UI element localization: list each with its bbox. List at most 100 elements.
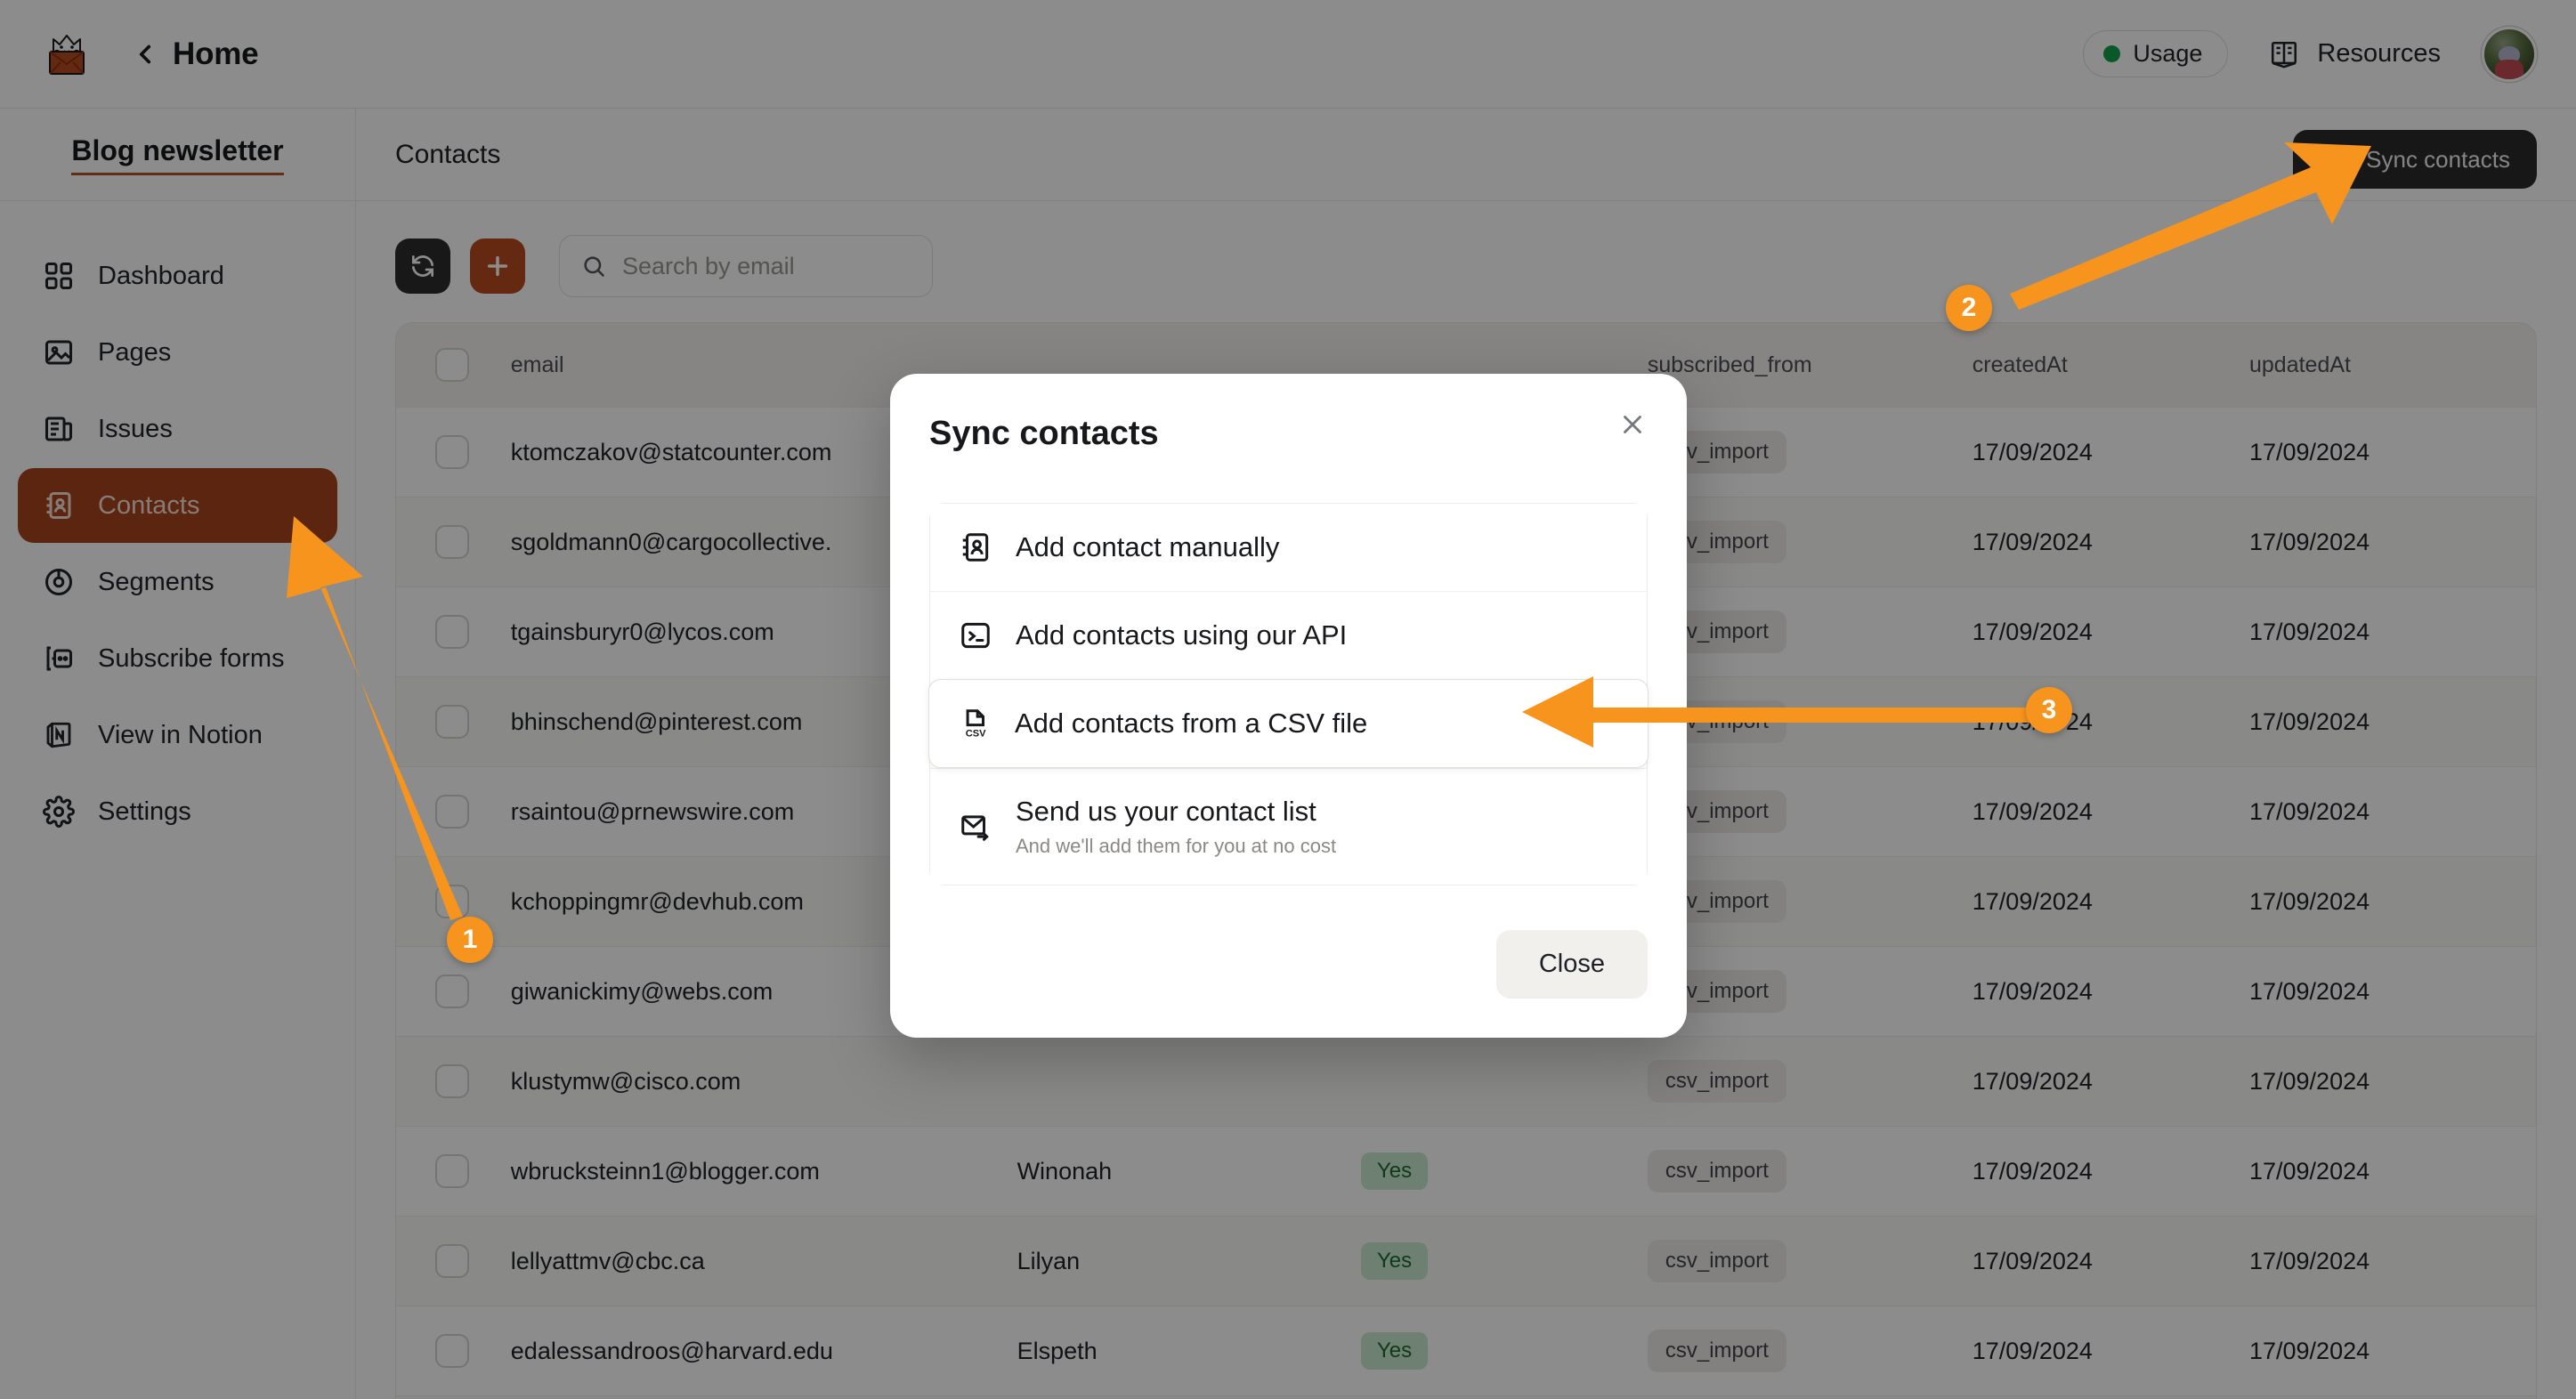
add-contact-manually-option[interactable]: Add contact manually <box>930 504 1647 591</box>
close-button[interactable]: Close <box>1495 930 1648 999</box>
source-badge: csv_import <box>1647 1240 1786 1282</box>
table-row[interactable]: wbrucksteinn1@blogger.com Winonah Yes csv_i… <box>396 1126 2536 1217</box>
row-select-cell[interactable] <box>396 767 511 857</box>
sync-contacts-button[interactable]: Sync contacts <box>2293 130 2537 189</box>
cell-created-at: 17/09/2024 <box>1972 797 2093 825</box>
option-subtext: And we'll add them for you at no cost <box>1016 835 1337 857</box>
header-created-at[interactable]: createdAt <box>1973 323 2249 408</box>
sync-contacts-modal: Sync contacts Add contact manually Add c… <box>890 374 1687 1038</box>
row-checkbox[interactable] <box>435 1334 469 1368</box>
add-contacts-from-csv-option[interactable]: CSV Add contacts from a CSV file <box>928 679 1648 768</box>
cell-subscribed: Yes <box>1360 1217 1648 1306</box>
book-icon <box>2272 41 2297 69</box>
resources-label: Resources <box>2317 39 2441 68</box>
row-checkbox[interactable] <box>435 1064 469 1098</box>
refresh-button[interactable] <box>395 239 450 294</box>
page-breadcrumb-home[interactable]: Home <box>173 36 259 72</box>
cell-subscribed-from: csv_import <box>1647 587 1973 677</box>
cell-updated-at: 17/09/2024 <box>2248 977 2370 1005</box>
cell-email: edalessandroos@harvard.edu <box>510 1337 833 1364</box>
sidebar-item-segments[interactable]: Segments <box>18 545 337 619</box>
status-badge: Yes <box>1360 1332 1429 1370</box>
row-select-cell[interactable] <box>396 587 511 677</box>
svg-text:CSV: CSV <box>966 728 986 739</box>
cell-subscribed-from: csv_import <box>1647 1217 1973 1306</box>
annotation-marker-1: 1 <box>447 917 493 963</box>
annotation-marker-2: 2 <box>1946 285 1992 331</box>
cell-subscribed-from: csv_import <box>1647 1127 1973 1217</box>
grid-icon <box>45 263 72 289</box>
source-badge: csv_import <box>1647 1150 1786 1193</box>
sidebar-item-subscribe-forms[interactable]: Subscribe forms <box>18 621 337 696</box>
cell-updated-at: 17/09/2024 <box>2248 1337 2370 1364</box>
row-checkbox[interactable] <box>435 615 469 649</box>
chevron-left-icon[interactable] <box>130 39 160 69</box>
header-select-all[interactable] <box>396 323 511 408</box>
table-row[interactable]: jconstantp6@mail.ruJaneanYescsv_import17… <box>396 1395 2536 1399</box>
resources-button[interactable]: Resources <box>2269 39 2441 69</box>
row-checkbox[interactable] <box>435 1154 469 1188</box>
cat-envelope-logo[interactable] <box>39 27 94 82</box>
cell-updated-at: 17/09/2024 <box>2248 1067 2370 1095</box>
sidebar-item-label: Subscribe forms <box>98 643 285 673</box>
workspace-title[interactable]: Blog newsletter <box>71 134 284 175</box>
cell-subscribed-from: csv_import <box>1647 767 1973 857</box>
cell-created-at: 17/09/2024 <box>1972 528 2093 555</box>
add-contacts-api-option[interactable]: Add contacts using our API <box>930 591 1647 679</box>
row-select-cell[interactable] <box>396 497 511 587</box>
table-row[interactable]: lellyattmv@cbc.ca Lilyan Yes csv_import 17/0… <box>396 1216 2536 1306</box>
table-row[interactable]: edalessandroos@harvard.edu Elspeth Yes csv_… <box>396 1306 2536 1396</box>
option-label: Add contacts using our API <box>1016 619 1348 651</box>
row-checkbox[interactable] <box>435 435 469 469</box>
select-all-checkbox[interactable] <box>435 348 469 382</box>
page-title: Contacts <box>395 139 501 169</box>
sidebar-item-label: Segments <box>98 567 215 596</box>
cell-name: Lilyan <box>1017 1247 1081 1274</box>
search-icon <box>584 256 604 277</box>
row-select-cell[interactable] <box>396 1306 511 1396</box>
avatar[interactable] <box>2482 26 2537 82</box>
row-select-cell[interactable] <box>396 1127 511 1217</box>
row-checkbox[interactable] <box>435 974 469 1008</box>
sidebar-item-contacts[interactable]: Contacts <box>18 468 337 543</box>
sync-contacts-label: Sync contacts <box>2366 145 2510 173</box>
close-icon[interactable] <box>1617 409 1648 440</box>
row-select-cell[interactable] <box>396 947 511 1037</box>
usage-button[interactable]: Usage <box>2083 30 2229 77</box>
sidebar-item-view-in-notion[interactable]: View in Notion <box>18 698 337 772</box>
cell-email: jconstantp6@mail.ru <box>511 1396 1017 1399</box>
sidebar-item-pages[interactable]: Pages <box>18 315 337 390</box>
row-checkbox[interactable] <box>435 1244 469 1278</box>
row-select-cell[interactable] <box>396 1037 511 1127</box>
cell-created-at: 17/09/2024 <box>1972 618 2093 645</box>
row-checkbox[interactable] <box>435 885 469 918</box>
cell-created-at: 17/09/2024 <box>1972 438 2093 465</box>
row-select-cell[interactable] <box>396 1217 511 1306</box>
cell-subscribed-from: csv_import <box>1648 1396 1973 1399</box>
cell-email: wbrucksteinn1@blogger.com <box>510 1157 820 1185</box>
plus-icon <box>487 255 508 277</box>
sidebar-item-settings[interactable]: Settings <box>18 774 337 849</box>
sidebar-item-dashboard[interactable]: Dashboard <box>18 239 337 313</box>
add-contact-button[interactable] <box>470 239 525 294</box>
search-input[interactable]: Search by email <box>559 235 933 297</box>
cell-updated-at: 17/09/2024 <box>2248 797 2370 825</box>
table-row[interactable]: klustymw@cisco.com csv_import 17/09/2024 17… <box>396 1036 2536 1127</box>
header-subscribed-from[interactable]: subscribed_from <box>1648 323 1973 408</box>
row-select-cell[interactable] <box>396 677 511 767</box>
row-checkbox[interactable] <box>435 795 469 829</box>
status-badge: Yes <box>1360 1242 1429 1280</box>
send-contact-list-option[interactable]: Send us your contact list And we'll add … <box>930 768 1647 885</box>
cell-updated-at: 17/09/2024 <box>2248 618 2370 645</box>
header-updated-at[interactable]: updatedAt <box>2249 323 2536 408</box>
option-label: Add contact manually <box>1016 531 1280 562</box>
row-select-cell[interactable] <box>396 408 511 497</box>
newspaper-icon <box>45 416 72 441</box>
option-texts: Add contacts from a CSV file <box>1015 708 1367 740</box>
cell-subscribed-from: csv_import <box>1647 408 1973 497</box>
search-placeholder: Search by email <box>622 252 795 279</box>
row-select-cell[interactable] <box>396 1396 511 1399</box>
sidebar-item-issues[interactable]: Issues <box>18 392 337 466</box>
row-checkbox[interactable] <box>435 705 469 739</box>
row-checkbox[interactable] <box>435 525 469 559</box>
